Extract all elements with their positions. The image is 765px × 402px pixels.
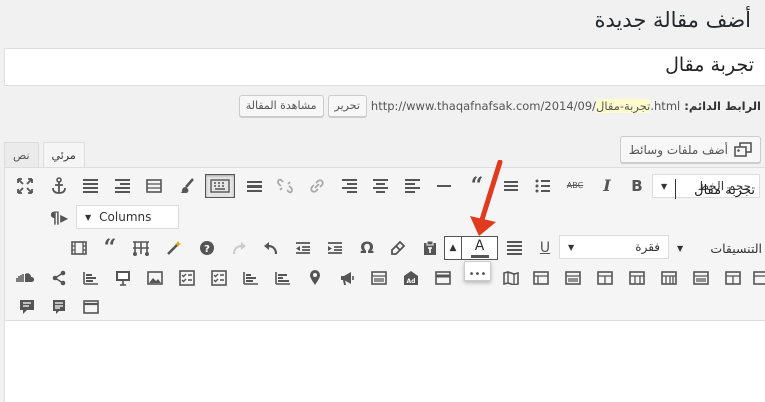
magic-wand-icon[interactable] (162, 236, 186, 260)
soundcloud-icon[interactable] (13, 266, 37, 290)
chevron-down-icon: ▼ (661, 181, 668, 191)
image-icon[interactable] (143, 266, 167, 290)
columns-label: Columns (99, 210, 152, 224)
align-right-icon[interactable] (337, 174, 361, 198)
layout-icon[interactable] (561, 266, 585, 290)
layout-icon[interactable] (529, 266, 553, 290)
video-icon[interactable] (67, 236, 91, 260)
indent-icon[interactable] (323, 236, 347, 260)
text-cursor (675, 179, 676, 199)
editor-content-text: تجربة مقال (694, 183, 755, 198)
map-pin-icon[interactable] (303, 266, 327, 290)
layout-icon[interactable] (625, 266, 649, 290)
text-color-dropdown-arrow[interactable]: ▲ (445, 237, 462, 259)
toolbar-icon[interactable] (129, 236, 153, 260)
edit-permalink-button[interactable]: تحرير (327, 95, 367, 117)
permalink-label: الرابط الدائم: (684, 99, 761, 113)
view-post-button[interactable]: مشاهدة المقالة (238, 95, 324, 117)
align-left-icon[interactable] (400, 174, 424, 198)
layout-icon[interactable] (593, 266, 617, 290)
columns-select[interactable]: ▼ Columns (76, 205, 179, 229)
permalink-suffix: .html (650, 99, 681, 113)
chevron-down-icon: ▼ (568, 242, 575, 252)
brush-icon[interactable] (175, 174, 199, 198)
italic-icon[interactable]: I (595, 174, 619, 198)
map-icon[interactable] (499, 266, 523, 290)
outdent-icon[interactable] (291, 236, 315, 260)
tab-visual[interactable]: مرئي (42, 142, 85, 168)
paragraph-format-label: فقرة (635, 240, 660, 254)
permalink-slug[interactable]: تجربة-مقال (596, 99, 651, 113)
checklist-icon[interactable] (175, 266, 199, 290)
formats-menu[interactable]: التنسيقات ▼ (677, 238, 762, 258)
svg-text:Ad: Ad (407, 278, 416, 285)
separator-icon[interactable] (432, 174, 456, 198)
redo-icon[interactable] (227, 236, 251, 260)
share-icon[interactable] (47, 266, 71, 290)
align-left-stack-icon[interactable] (110, 174, 134, 198)
bar-chart-icon[interactable] (271, 266, 295, 290)
comment-icon[interactable] (15, 295, 39, 319)
add-media-button[interactable]: أضف ملفات وسائط (619, 136, 761, 163)
undo-icon[interactable] (259, 236, 283, 260)
layout-icon[interactable] (367, 266, 391, 290)
editor-tabs: نص مرئي (4, 142, 89, 168)
paste-text-icon[interactable] (418, 236, 442, 260)
chart-icon[interactable] (79, 266, 103, 290)
unlink-icon[interactable] (273, 174, 297, 198)
help-icon[interactable]: ? (195, 236, 219, 260)
chevron-down-icon: ▼ (85, 212, 92, 222)
editor-toolbar: “ ABC I B حجم الخط ▼ ¶▸ ▼ Columns “ ? Ω … (5, 168, 765, 321)
align-center-icon[interactable] (368, 174, 392, 198)
chevron-down-icon: ▼ (677, 243, 684, 253)
underline-icon[interactable]: U (533, 236, 557, 260)
presentation-icon[interactable] (111, 266, 135, 290)
layout-icon[interactable] (721, 266, 745, 290)
media-icon (734, 141, 752, 157)
permalink-row: الرابط الدائم: http://www.thaqafnafsak.c… (238, 94, 761, 118)
post-title-input[interactable]: تجربة مقال (4, 48, 765, 86)
eraser-icon[interactable] (386, 236, 410, 260)
text-color-dropdown-panel[interactable]: ••• (464, 261, 491, 281)
permalink-url[interactable]: http://www.thaqafnafsak.com/2014/09/تجرب… (371, 99, 680, 113)
omega-icon[interactable]: Ω (355, 236, 379, 260)
link-icon[interactable] (305, 174, 329, 198)
page-title: أضف مقالة جديدة (594, 8, 751, 32)
editor: “ ABC I B حجم الخط ▼ ¶▸ ▼ Columns “ ? Ω … (4, 167, 765, 402)
hr-icon[interactable] (242, 174, 266, 198)
formats-label: التنسيقات (710, 240, 762, 256)
annotation-arrow-icon (470, 160, 503, 236)
keyboard-icon[interactable] (205, 174, 235, 198)
layout-icon[interactable] (749, 266, 765, 290)
quote-icon[interactable]: “ (98, 236, 122, 260)
more-colors-icon: ••• (468, 269, 487, 280)
text-color-icon[interactable]: A (462, 237, 497, 259)
strikethrough-icon[interactable]: ABC (563, 174, 587, 198)
paragraph-format-select[interactable]: فقرة ▼ (559, 235, 669, 259)
layout-icon[interactable] (657, 266, 681, 290)
permalink-prefix: http://www.thaqafnafsak.com/2014/09/ (370, 99, 597, 113)
bar-chart-icon[interactable] (239, 266, 263, 290)
bullet-list-icon[interactable] (531, 174, 555, 198)
megaphone-icon[interactable] (335, 266, 359, 290)
checklist-icon[interactable] (207, 266, 231, 290)
editor-content[interactable] (5, 321, 765, 402)
fullscreen-icon[interactable] (13, 174, 37, 198)
paragraph-marks-icon[interactable]: ¶▸ (47, 206, 71, 230)
bold-icon[interactable]: B (625, 174, 649, 198)
align-full-icon[interactable] (78, 174, 102, 198)
layout-icon[interactable] (431, 266, 455, 290)
ad-icon[interactable]: Ad (399, 266, 423, 290)
layout-icon[interactable] (689, 266, 713, 290)
svg-text:?: ? (204, 244, 210, 255)
window-icon[interactable] (79, 295, 103, 319)
anchor-icon[interactable] (47, 174, 71, 198)
add-media-label: أضف ملفات وسائط (628, 142, 728, 157)
comment-list-icon[interactable] (47, 295, 71, 319)
tab-text[interactable]: نص (4, 142, 39, 168)
table-icon[interactable] (142, 174, 166, 198)
